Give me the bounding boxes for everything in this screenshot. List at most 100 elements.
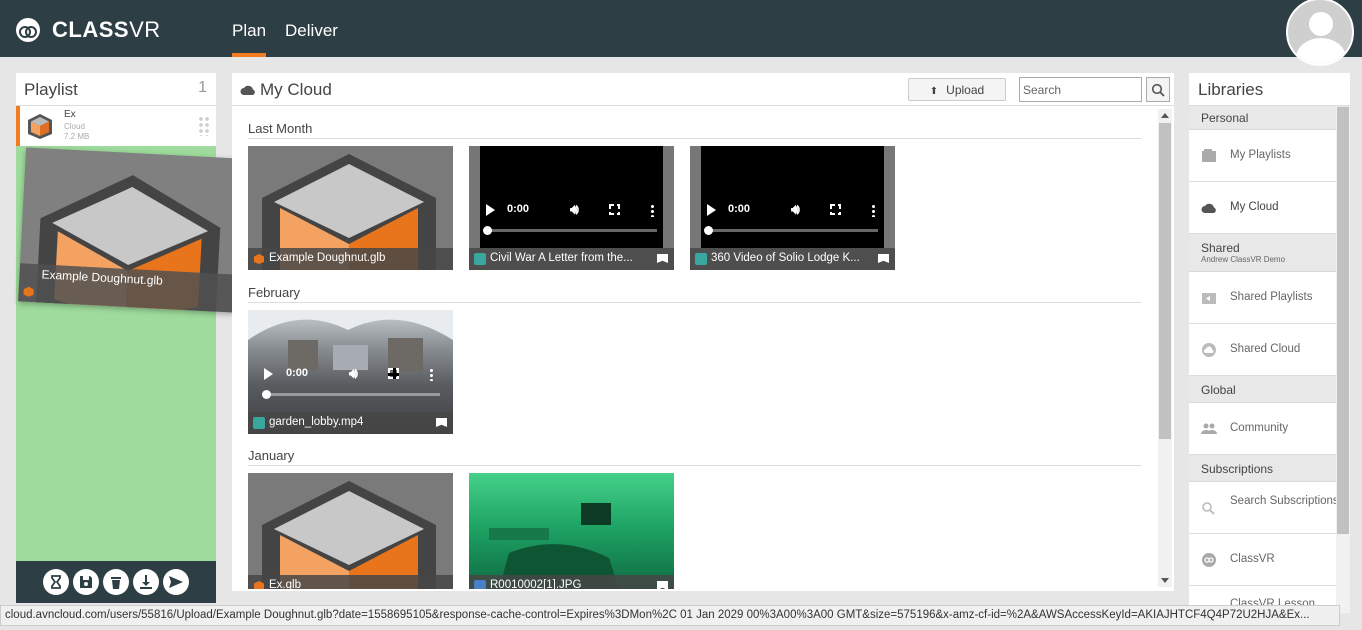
nav-plan-tab[interactable]: Plan [232, 0, 267, 57]
classvr-logo[interactable]: CLASSVR [16, 17, 161, 43]
progress-handle[interactable] [262, 390, 271, 399]
upload-icon: ⬆ [929, 86, 939, 97]
bookmark-icon[interactable] [878, 254, 889, 263]
send-icon[interactable] [163, 569, 189, 595]
fullscreen-icon[interactable] [388, 368, 399, 379]
video-time: 0:00 [286, 367, 309, 379]
save-icon[interactable] [73, 569, 99, 595]
cloud-scrollbar[interactable] [1158, 109, 1172, 587]
nav-deliver-tab[interactable]: Deliver [285, 0, 338, 57]
video-controls: 0:00 🔊︎ [248, 364, 453, 384]
play-icon[interactable] [486, 204, 495, 216]
volume-icon[interactable]: 🔊︎ [570, 201, 579, 218]
bookmark-icon[interactable] [657, 581, 668, 589]
download-icon[interactable] [133, 569, 159, 595]
trash-icon[interactable] [103, 569, 129, 595]
video-progress-bar[interactable] [704, 226, 878, 235]
fullscreen-icon[interactable] [609, 204, 620, 215]
search-icon [1202, 502, 1215, 515]
volume-icon[interactable]: 🔊︎ [791, 201, 800, 218]
brand-name: CLASSVR [52, 17, 161, 42]
more-options-icon[interactable] [430, 368, 433, 381]
scroll-down-icon[interactable] [1161, 578, 1169, 583]
tile-label: 360 Video of Solio Lodge K... [711, 252, 860, 264]
video-player[interactable]: 0:00 🔊︎ [480, 146, 663, 248]
playlist-item-size: 7.2 MB [64, 132, 90, 141]
libraries-header: Libraries [1189, 73, 1350, 106]
cube-icon [23, 286, 34, 297]
video-type-icon [253, 417, 265, 429]
search-icon [1151, 83, 1165, 97]
video-player[interactable]: 0:00 🔊︎ [701, 146, 884, 248]
media-tile[interactable]: 0:00 🔊︎ 360 Video of Solio Lodge K... [690, 146, 895, 270]
tile-caption: garden_lobby.mp4 [248, 412, 453, 434]
user-avatar[interactable] [1286, 0, 1354, 66]
volume-icon[interactable]: 🔊︎ [349, 365, 358, 382]
drag-preview-card: Example Doughnut.glb [18, 147, 242, 313]
people-icon [1201, 423, 1217, 434]
bookmark-icon[interactable] [657, 254, 668, 263]
upload-button[interactable]: ⬆ Upload [908, 78, 1006, 101]
top-bar: CLASSVR Plan Deliver [0, 0, 1362, 66]
search-button[interactable] [1146, 77, 1170, 102]
media-tile[interactable]: 0:00 🔊︎ garden_lobby.mp4 [248, 310, 453, 434]
tile-caption: Civil War A Letter from the... [469, 248, 674, 270]
drag-preview-label: Example Doughnut.glb [41, 267, 164, 288]
fullscreen-icon[interactable] [830, 204, 841, 215]
library-my-cloud[interactable]: My Cloud [1189, 182, 1350, 234]
more-options-icon[interactable] [651, 204, 654, 217]
hourglass-icon[interactable] [43, 569, 69, 595]
library-community[interactable]: Community [1189, 403, 1350, 455]
library-shared-cloud[interactable]: Shared Cloud [1189, 324, 1350, 376]
tile-label: garden_lobby.mp4 [269, 416, 364, 428]
video-controls: 0:00 🔊︎ [480, 200, 663, 220]
scrollbar-thumb[interactable] [1159, 123, 1171, 439]
video-progress-bar[interactable] [262, 390, 440, 399]
tile-label: Ex.glb [269, 579, 301, 589]
tile-label: Example Doughnut.glb [269, 252, 386, 264]
playlist-item[interactable]: Ex Cloud 7.2 MB [16, 106, 216, 146]
playlist-item-source: Cloud [64, 122, 85, 131]
playlist-header: Playlist 1 [16, 73, 216, 106]
video-type-icon [695, 253, 707, 265]
drag-handle-icon[interactable] [198, 116, 210, 136]
tile-label: Civil War A Letter from the... [490, 252, 633, 264]
group-shared-owner: Andrew ClassVR Demo [1201, 255, 1286, 264]
status-url-bar: cloud.avncloud.com/users/55816/Upload/Ex… [0, 605, 1340, 626]
bookmark-icon[interactable] [436, 418, 447, 427]
more-options-icon[interactable] [872, 204, 875, 217]
scroll-up-icon[interactable] [1161, 113, 1169, 118]
library-classvr[interactable]: ClassVR [1189, 534, 1350, 586]
libraries-panel: Libraries Personal My Playlists My Cloud… [1189, 73, 1350, 613]
libraries-scrollbar[interactable] [1336, 107, 1350, 613]
group-global: Global [1189, 376, 1350, 403]
library-shared-playlists[interactable]: Shared Playlists [1189, 272, 1350, 324]
play-icon[interactable] [264, 368, 273, 380]
playlist-panel: Playlist 1 Ex Cloud 7.2 MB Example Dough… [16, 73, 242, 603]
tile-caption: 360 Video of Solio Lodge K... [690, 248, 895, 270]
progress-handle[interactable] [483, 226, 492, 235]
section-january: January [248, 448, 1141, 466]
media-tile[interactable]: R0010002[1].JPG [469, 473, 674, 589]
green-room-thumbnail [489, 503, 619, 589]
group-subscriptions: Subscriptions [1189, 455, 1350, 482]
group-shared-label: Shared [1201, 241, 1240, 255]
libraries-title: Libraries [1198, 80, 1264, 99]
library-my-playlists[interactable]: My Playlists [1189, 130, 1350, 182]
infinity-logo-icon [16, 18, 40, 42]
tile-caption: Example Doughnut.glb [248, 248, 453, 270]
video-type-icon [474, 253, 486, 265]
search-input[interactable] [1019, 77, 1142, 102]
my-cloud-header: My Cloud ⬆ Upload [232, 73, 1174, 106]
play-icon[interactable] [707, 204, 716, 216]
my-cloud-panel: My Cloud ⬆Upload Last Month Example Doug… [232, 73, 1174, 591]
media-tile[interactable]: Example Doughnut.glb [248, 146, 453, 270]
progress-handle[interactable] [704, 226, 713, 235]
library-search-subscriptions[interactable]: Search Subscriptions [1189, 482, 1350, 534]
video-progress-bar[interactable] [483, 226, 657, 235]
avatar-body [1296, 38, 1346, 64]
media-tile[interactable]: 0:00 🔊︎ Civil War A Letter from the... [469, 146, 674, 270]
scrollbar-thumb[interactable] [1337, 107, 1349, 534]
media-tile[interactable]: Ex.glb [248, 473, 453, 589]
group-personal: Personal [1189, 106, 1350, 130]
